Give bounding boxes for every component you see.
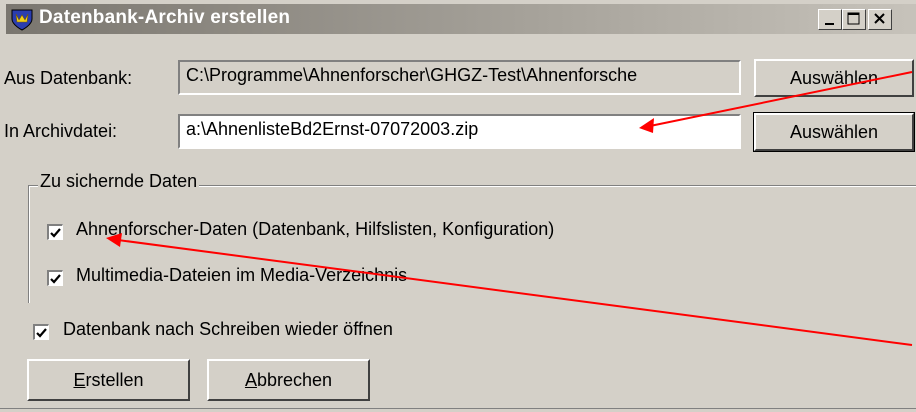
window-bottom-edge xyxy=(0,408,916,409)
window-title: Datenbank-Archiv erstellen xyxy=(39,7,291,28)
group-title: Zu sichernde Daten xyxy=(38,171,200,192)
cancel-button-label: Abbrechen xyxy=(244,369,333,390)
source-db-label: Aus Datenbank: xyxy=(4,68,133,88)
archive-file-input[interactable]: a:\AhnenlisteBd2Ernst-07072003.zip xyxy=(178,114,741,149)
option-ahnenforscher-checkbox[interactable] xyxy=(47,224,63,240)
close-button[interactable] xyxy=(868,9,892,30)
select-source-button[interactable]: Auswählen xyxy=(754,59,914,97)
cancel-button[interactable]: Abbrechen xyxy=(207,359,370,401)
option-multimedia-label[interactable]: Multimedia-Dateien im Media-Verzeichnis xyxy=(76,265,407,286)
create-button[interactable]: Erstellen xyxy=(27,359,190,401)
shield-crest-icon[interactable] xyxy=(10,7,34,31)
minimize-button[interactable] xyxy=(818,9,842,30)
archive-file-label: In Archivdatei: xyxy=(4,121,118,141)
reopen-db-label[interactable]: Datenbank nach Schreiben wieder öffnen xyxy=(63,319,393,340)
option-multimedia-checkbox[interactable] xyxy=(47,270,63,286)
create-button-label: Erstellen xyxy=(73,369,144,390)
dialog-window: Datenbank-Archiv erstellen Aus Datenbank… xyxy=(0,0,916,412)
source-db-field[interactable]: C:\Programme\Ahnenforscher\GHGZ-Test\Ahn… xyxy=(178,60,741,95)
reopen-db-checkbox[interactable] xyxy=(33,324,49,340)
maximize-button[interactable] xyxy=(842,9,866,30)
select-archive-button[interactable]: Auswählen xyxy=(753,112,915,152)
option-ahnenforscher-label[interactable]: Ahnenforscher-Daten (Datenbank, Hilfslis… xyxy=(76,219,554,240)
title-bar[interactable]: Datenbank-Archiv erstellen xyxy=(6,4,916,34)
